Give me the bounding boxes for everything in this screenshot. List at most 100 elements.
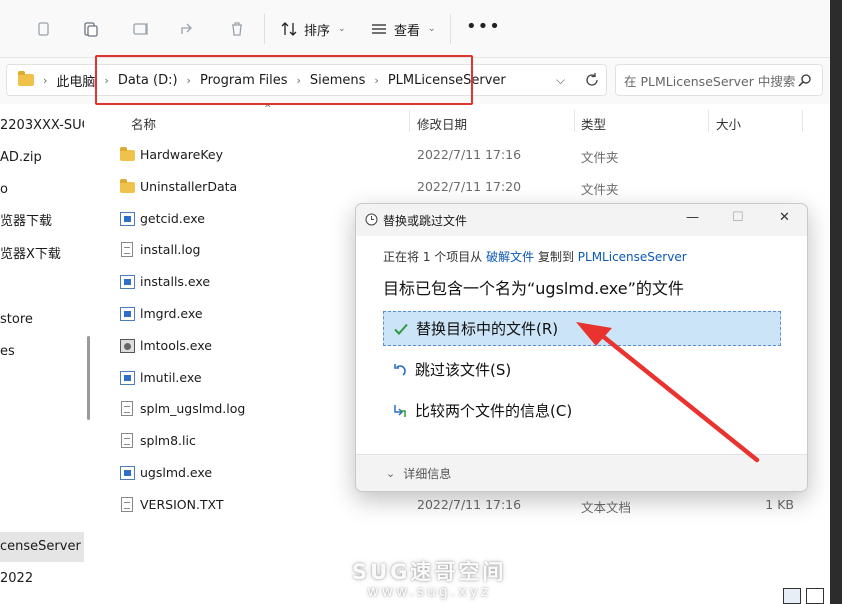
- dialog-body: 正在将 1 个项目从 破解文件 复制到 PLMLicenseServer 目标已…: [356, 236, 807, 454]
- copy-prefix: 正在将 1 个项目从: [383, 250, 483, 264]
- dialog-footer: ⌄ 详细信息: [356, 454, 807, 491]
- file-name: UninstallerData: [140, 178, 238, 194]
- file-row[interactable]: VERSION.TXT 2022/7/11 17:16 文本文档 1 KB: [96, 489, 806, 520]
- details-label: 详细信息: [403, 467, 452, 481]
- more-options-button[interactable]: •••: [466, 16, 501, 37]
- chevron-right-icon: ›: [43, 73, 48, 87]
- minimize-button[interactable]: —: [686, 210, 699, 225]
- column-size[interactable]: 大小: [716, 114, 741, 133]
- details-toggle[interactable]: ⌄ 详细信息: [386, 465, 451, 482]
- compare-files-option[interactable]: 比较两个文件的信息(C): [383, 393, 781, 428]
- document-icon: [121, 433, 133, 449]
- file-name: ugslmd.exe: [140, 465, 213, 480]
- column-divider[interactable]: [409, 110, 410, 132]
- file-name: splm_ugslmd.log: [140, 401, 246, 417]
- copy-mid: 复制到: [537, 250, 574, 264]
- application-icon: [120, 307, 135, 321]
- command-bar: 排序 ⌄ 查看 ⌄ •••: [0, 0, 830, 58]
- file-name: VERSION.TXT: [140, 496, 224, 512]
- nav-item[interactable]: es: [0, 340, 84, 364]
- search-input[interactable]: 在 PLMLicenseServer 中搜索: [615, 64, 823, 96]
- document-icon: [121, 496, 133, 512]
- column-date[interactable]: 修改日期: [417, 114, 467, 133]
- compare-files-label: 比较两个文件的信息(C): [415, 402, 573, 420]
- application-icon: [120, 275, 135, 290]
- column-divider[interactable]: [574, 110, 575, 132]
- file-row[interactable]: HardwareKey 2022/7/11 17:16 文件夹: [96, 139, 806, 170]
- nav-scrollbar[interactable]: [87, 336, 90, 420]
- sort-label: 排序: [304, 23, 331, 39]
- file-type: 文件夹: [581, 150, 619, 165]
- file-date: 2022/7/11 17:16: [417, 496, 522, 512]
- nav-item[interactable]: AD.zip: [0, 146, 84, 170]
- breadcrumb-this-pc[interactable]: 此电脑: [56, 71, 95, 90]
- background-window-edge: [830, 0, 842, 604]
- rename-icon[interactable]: [130, 18, 152, 40]
- chevron-down-icon: ⌄: [386, 467, 396, 480]
- document-icon: [121, 242, 133, 258]
- file-date: 2022/7/11 17:16: [417, 147, 522, 162]
- nav-item[interactable]: o: [0, 178, 84, 202]
- watermark-title: SUG速哥空间: [352, 560, 507, 584]
- checkmark-icon: [392, 320, 410, 338]
- skip-file-label: 跳过该文件(S): [415, 361, 512, 379]
- document-icon: [121, 401, 133, 417]
- file-name: install.log: [140, 242, 201, 258]
- source-folder-link[interactable]: 破解文件: [486, 250, 534, 264]
- replace-or-skip-dialog: 替换或跳过文件 — ☐ ✕ 正在将 1 个项目从 破解文件 复制到 PLMLic…: [355, 203, 808, 492]
- file-name: HardwareKey: [140, 147, 224, 162]
- column-name[interactable]: 名称: [131, 114, 156, 133]
- tiles-view-toggle[interactable]: [806, 588, 824, 604]
- file-row[interactable]: UninstallerData 2022/7/11 17:20 文件夹: [96, 171, 806, 202]
- skip-file-option[interactable]: 跳过该文件(S): [383, 352, 781, 387]
- copy-progress-text: 正在将 1 个项目从 破解文件 复制到 PLMLicenseServer: [383, 248, 687, 265]
- nav-item[interactable]: store: [0, 308, 84, 332]
- application-icon: [120, 466, 135, 480]
- nav-item[interactable]: 2022: [0, 567, 84, 591]
- file-name: getcid.exe: [140, 210, 205, 226]
- sort-icon: [281, 22, 297, 36]
- sort-ascending-icon: ^: [264, 104, 272, 114]
- nav-item-selected[interactable]: censeServer: [0, 532, 84, 562]
- address-history-chevron-icon[interactable]: ⌵: [556, 73, 565, 88]
- nav-item[interactable]: 览器下载: [0, 210, 84, 234]
- view-button[interactable]: 查看 ⌄: [370, 18, 436, 40]
- file-name: splm8.lic: [140, 433, 196, 449]
- navigation-pane: 2203XXX-SUG AD.zip o 览器下载 览器X下载 store es…: [0, 104, 84, 604]
- details-view-toggle[interactable]: [783, 588, 801, 604]
- search-icon: [798, 74, 811, 87]
- toolbar-divider: [450, 14, 451, 44]
- folder-icon: [18, 71, 34, 86]
- file-name: lmtools.exe: [140, 337, 212, 353]
- close-button[interactable]: ✕: [779, 210, 790, 225]
- copy-icon[interactable]: [32, 18, 54, 40]
- share-icon[interactable]: [177, 18, 199, 40]
- nav-item[interactable]: 2203XXX-SUG: [0, 114, 84, 138]
- watermark: SUG速哥空间 www.sug.xyz: [352, 556, 506, 600]
- column-divider[interactable]: [802, 110, 803, 132]
- refresh-icon[interactable]: [582, 70, 602, 90]
- column-divider[interactable]: [708, 110, 709, 132]
- sort-button[interactable]: 排序 ⌄: [280, 18, 346, 40]
- file-type: 文本文档: [581, 499, 632, 515]
- replace-file-option[interactable]: 替换目标中的文件(R): [383, 311, 781, 346]
- file-size: 1 KB: [765, 496, 794, 512]
- toolbar-divider: [264, 14, 265, 44]
- application-icon: [120, 370, 135, 385]
- destination-folder-link[interactable]: PLMLicenseServer: [578, 250, 687, 264]
- compare-icon: [391, 402, 409, 420]
- delete-icon[interactable]: [226, 18, 248, 40]
- column-type[interactable]: 类型: [581, 114, 606, 133]
- column-header-row: ^ 名称 修改日期 类型 大小: [96, 104, 806, 136]
- search-placeholder: 在 PLMLicenseServer 中搜索: [624, 73, 796, 89]
- skip-arrow-icon: [391, 361, 409, 379]
- file-date: 2022/7/11 17:20: [417, 178, 522, 194]
- address-highlight-annotation: [95, 55, 473, 105]
- clock-icon: [365, 213, 378, 226]
- nav-item[interactable]: 览器X下载: [0, 243, 84, 267]
- paste-icon[interactable]: [80, 18, 102, 40]
- file-name: lmutil.exe: [140, 369, 202, 385]
- file-name: installs.exe: [140, 274, 211, 290]
- maximize-button[interactable]: ☐: [732, 210, 744, 225]
- chevron-down-icon: ⌄: [428, 24, 436, 34]
